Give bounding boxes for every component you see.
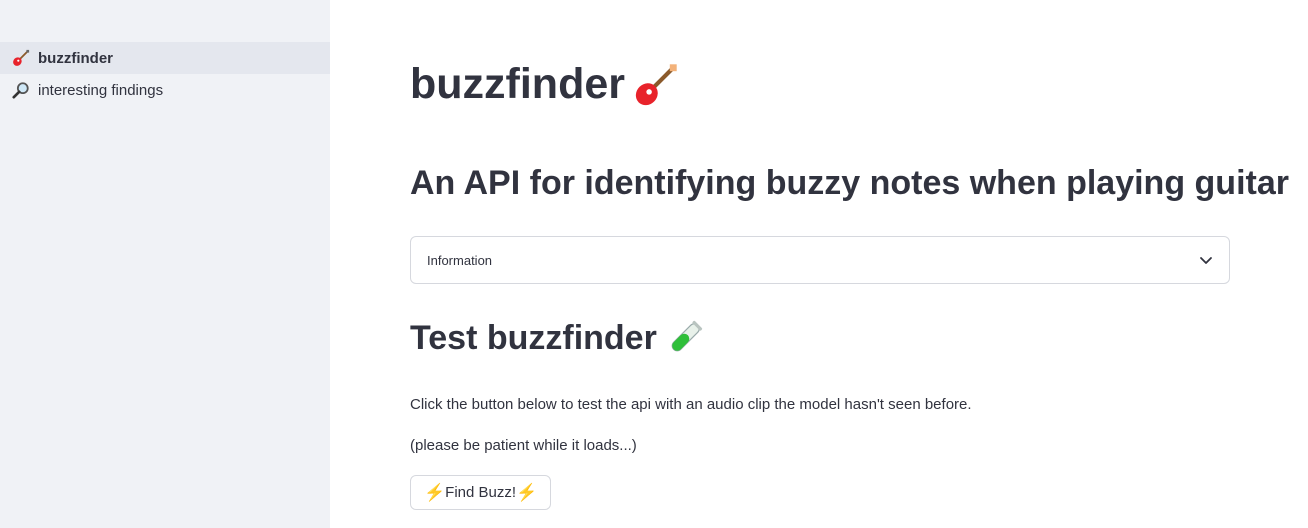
sidebar: buzzfinder interesting findings bbox=[0, 0, 330, 528]
sidebar-item-buzzfinder[interactable]: buzzfinder bbox=[0, 42, 330, 74]
lightning-icon: ⚡ bbox=[516, 482, 538, 502]
test-heading-row: Test buzzfinder bbox=[410, 318, 705, 358]
chevron-down-icon bbox=[1200, 257, 1212, 264]
magnifying-glass-icon bbox=[10, 81, 32, 99]
lightning-icon: ⚡ bbox=[424, 482, 446, 502]
test-heading: Test buzzfinder bbox=[410, 318, 657, 357]
guitar-icon bbox=[10, 49, 32, 67]
page-subtitle: An API for identifying buzzy notes when … bbox=[410, 164, 1289, 202]
sidebar-item-interesting-findings[interactable]: interesting findings bbox=[0, 74, 330, 106]
information-expander[interactable]: Information bbox=[410, 236, 1230, 284]
guitar-icon bbox=[633, 62, 679, 108]
sidebar-item-label: interesting findings bbox=[38, 81, 164, 99]
find-buzz-button[interactable]: ⚡ Find Buzz! ⚡ bbox=[410, 475, 552, 510]
test-tube-icon bbox=[665, 318, 705, 358]
sidebar-item-label: buzzfinder bbox=[38, 49, 113, 67]
expander-label: Information bbox=[427, 252, 493, 268]
find-buzz-label: Find Buzz! bbox=[445, 484, 517, 501]
instruction-text: Click the button below to test the api w… bbox=[410, 396, 972, 413]
page-title: buzzfinder bbox=[410, 60, 625, 108]
page-title-row: buzzfinder bbox=[410, 60, 679, 109]
patience-note: (please be patient while it loads...) bbox=[410, 437, 637, 454]
